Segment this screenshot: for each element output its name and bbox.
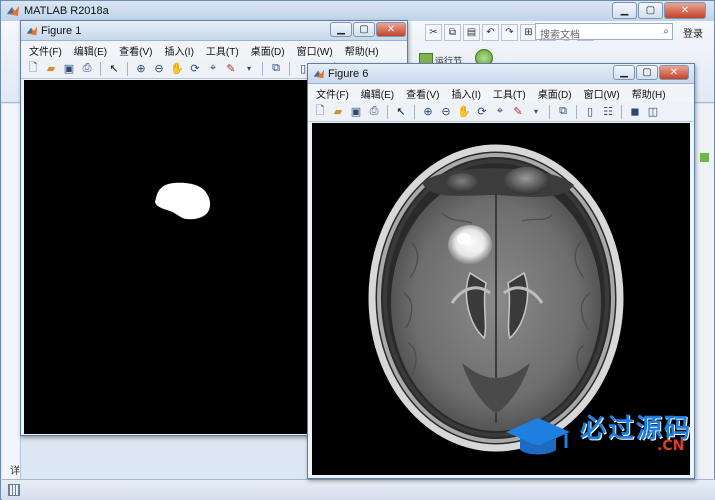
toolbar-separator [262, 61, 263, 76]
matlab-logo-icon [26, 26, 38, 36]
toolbar-separator [289, 61, 290, 76]
toolbar-separator [576, 104, 577, 119]
menu-edit[interactable]: 编辑(E) [74, 43, 107, 58]
menu-view[interactable]: 查看(V) [406, 86, 439, 101]
link-plot-icon[interactable]: ⧉ [268, 61, 284, 77]
left-panel-label: 详 [10, 466, 20, 477]
toolbar-separator [387, 104, 388, 119]
watermark-suffix: .CN [657, 438, 685, 454]
data-cursor-icon[interactable]: ⌖ [205, 61, 221, 77]
toolbar-separator [414, 104, 415, 119]
toolbar-separator [621, 104, 622, 119]
toolbar-separator [549, 104, 550, 119]
undo-icon[interactable]: ↶ [482, 23, 499, 41]
save-icon[interactable]: ▣ [348, 104, 364, 120]
paste-icon[interactable]: ▤ [463, 23, 480, 41]
menu-desktop[interactable]: 桌面(D) [251, 43, 285, 58]
toolbar-separator [100, 61, 101, 76]
login-link[interactable]: 登录 [683, 25, 703, 40]
menu-insert[interactable]: 插入(I) [164, 43, 193, 58]
tumor-mask-shape [155, 182, 211, 220]
redo-icon[interactable]: ↷ [501, 23, 518, 41]
status-indicator-icon [700, 153, 709, 162]
close-button[interactable]: ✕ [376, 22, 406, 37]
menu-tools[interactable]: 工具(T) [493, 86, 526, 101]
brush-dropdown-icon[interactable]: ▾ [241, 61, 257, 77]
new-figure-icon[interactable]: 🗋 [312, 104, 328, 120]
close-button[interactable]: ✕ [659, 65, 689, 80]
figure-6-toolbar: 🗋 ▰ ▣ ⎙ ↖ ⊕ ⊖ ✋ ⟳ ⌖ ✎ ▾ ⧉ ▯ ☷ ◼ ◫ [308, 102, 694, 122]
print-icon[interactable]: ⎙ [366, 104, 382, 120]
brush-icon[interactable]: ✎ [223, 61, 239, 77]
data-cursor-icon[interactable]: ⌖ [492, 104, 508, 120]
pointer-icon[interactable]: ↖ [106, 61, 122, 77]
show-plot-tools-icon[interactable]: ◫ [645, 104, 661, 120]
save-icon[interactable]: ▣ [61, 61, 77, 77]
print-icon[interactable]: ⎙ [79, 61, 95, 77]
menu-file[interactable]: 文件(F) [316, 86, 349, 101]
hide-plot-tools-icon[interactable]: ◼ [627, 104, 643, 120]
left-panel: 详 [2, 104, 21, 494]
matlab-logo-icon [7, 6, 19, 16]
zoom-out-icon[interactable]: ⊖ [438, 104, 454, 120]
insert-legend-icon[interactable]: ☷ [600, 104, 616, 120]
open-file-icon[interactable]: ▰ [43, 61, 59, 77]
zoom-out-icon[interactable]: ⊖ [151, 61, 167, 77]
toolbar-separator [127, 61, 128, 76]
brush-icon[interactable]: ✎ [510, 104, 526, 120]
figure-1-caption-buttons: ▁ ▢ ✕ [329, 22, 406, 37]
pan-icon[interactable]: ✋ [169, 61, 185, 77]
figure-1-title: Figure 1 [41, 25, 82, 37]
rotate-3d-icon[interactable]: ⟳ [474, 104, 490, 120]
close-button[interactable]: ✕ [664, 2, 706, 19]
pan-icon[interactable]: ✋ [456, 104, 472, 120]
zoom-in-icon[interactable]: ⊕ [133, 61, 149, 77]
pointer-icon[interactable]: ↖ [393, 104, 409, 120]
figure-1-menu-bar: 文件(F) 编辑(E) 查看(V) 插入(I) 工具(T) 桌面(D) 窗口(W… [21, 41, 407, 59]
link-plot-icon[interactable]: ⧉ [555, 104, 571, 120]
search-input[interactable]: 搜索文档 [535, 23, 673, 41]
main-title-bar: MATLAB R2018a ▁ ▢ ✕ [1, 1, 714, 21]
menu-file[interactable]: 文件(F) [29, 43, 62, 58]
minimize-button[interactable]: ▁ [613, 65, 635, 80]
rotate-3d-icon[interactable]: ⟳ [187, 61, 203, 77]
zoom-in-icon[interactable]: ⊕ [420, 104, 436, 120]
figure-1-title-bar[interactable]: Figure 1 ▁ ▢ ✕ [21, 21, 407, 41]
open-file-icon[interactable]: ▰ [330, 104, 346, 120]
menu-help[interactable]: 帮助(H) [345, 43, 379, 58]
menu-window[interactable]: 窗口(W) [297, 43, 333, 58]
figure-6-caption-buttons: ▁ ▢ ✕ [612, 65, 689, 80]
menu-view[interactable]: 查看(V) [119, 43, 152, 58]
figure-6-title: Figure 6 [328, 68, 369, 80]
figure-6-title-bar[interactable]: Figure 6 ▁ ▢ ✕ [308, 64, 694, 84]
maximize-button[interactable]: ▢ [353, 22, 375, 37]
maximize-button[interactable]: ▢ [638, 2, 663, 19]
matlab-logo-icon [313, 69, 325, 79]
search-icon[interactable]: ⌕ [659, 23, 673, 40]
menu-insert[interactable]: 插入(I) [451, 86, 480, 101]
menu-window[interactable]: 窗口(W) [584, 86, 620, 101]
copy-icon[interactable]: ⧉ [444, 23, 461, 41]
figure-6-menu-bar: 文件(F) 编辑(E) 查看(V) 插入(I) 工具(T) 桌面(D) 窗口(W… [308, 84, 694, 102]
main-title: MATLAB R2018a [24, 5, 109, 17]
minimize-button[interactable]: ▁ [612, 2, 637, 19]
new-figure-icon[interactable]: 🗋 [25, 61, 41, 77]
minimize-button[interactable]: ▁ [330, 22, 352, 37]
maximize-button[interactable]: ▢ [636, 65, 658, 80]
menu-desktop[interactable]: 桌面(D) [538, 86, 572, 101]
main-caption-buttons: ▁ ▢ ✕ [611, 2, 706, 19]
insert-colorbar-icon[interactable]: ▯ [582, 104, 598, 120]
menu-help[interactable]: 帮助(H) [632, 86, 666, 101]
menu-tools[interactable]: 工具(T) [206, 43, 239, 58]
status-bar [2, 479, 715, 500]
brush-dropdown-icon[interactable]: ▾ [528, 104, 544, 120]
cut-icon[interactable]: ✂ [425, 23, 442, 41]
menu-edit[interactable]: 编辑(E) [361, 86, 394, 101]
status-grip-icon [8, 484, 20, 496]
